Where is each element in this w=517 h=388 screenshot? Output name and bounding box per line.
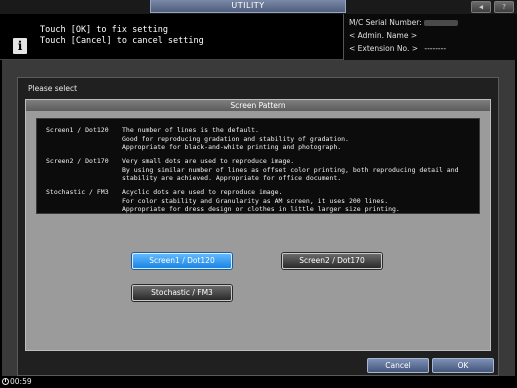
panel-title: Screen Pattern [26,100,490,111]
description-label: Screen1 / Dot120 [46,126,109,134]
serial-number-redacted [424,20,459,26]
description-text: By using similar number of lines as offs… [122,165,459,174]
machine-info-panel: M/C Serial Number: < Admin. Name > < Ext… [343,14,517,60]
screen1-dot120-button[interactable]: Screen1 / Dot120 [132,253,232,269]
description-label: Screen2 / Dot170 [46,157,109,165]
extension-label: < Extension No. > [349,44,418,53]
description-text: The number of lines is the default. [122,126,259,134]
window-title: UTILITY [150,0,346,13]
extension-value: -------- [424,44,447,53]
speaker-icon[interactable]: ◀ [471,1,491,13]
select-dialog: Please select Screen Pattern Screen1 / D… [17,77,499,376]
clock-icon [2,378,9,385]
main-area: Please select Screen Pattern Screen1 / D… [2,60,515,376]
description-text: Very small dots are used to reproduce im… [122,157,295,165]
serial-number-label: M/C Serial Number: [349,18,422,27]
info-icon: i [13,38,27,54]
description-box: Screen1 / Dot120 The number of lines is … [36,118,480,214]
description-text: Appropriate for dress design or clothes … [122,205,400,214]
description-label: Stochastic / FM3 [46,188,109,196]
info-line-2: Touch [Cancel] to cancel setting [40,36,204,46]
cancel-button[interactable]: Cancel [367,358,429,373]
info-line-1: Touch [OK] to fix setting [40,25,168,35]
title-bar: UTILITY ◀ ? [0,0,517,14]
screen-pattern-panel: Screen Pattern Screen1 / Dot120 The numb… [25,99,491,351]
timer-value: 00:59 [10,377,32,386]
description-text: For color stability and Granularity as A… [122,196,389,205]
description-text: Appropriate for black-and-white printing… [122,143,342,152]
info-header: i Touch [OK] to fix setting Touch [Cance… [0,14,343,60]
description-text: Acyclic dots are used to reproduce image… [122,188,283,196]
screen2-dot170-button[interactable]: Screen2 / Dot170 [282,253,382,269]
description-text: Good for reproducing gradation and stabi… [122,134,349,143]
description-text: stability are achieved. Appropriate for … [122,174,342,183]
ok-button[interactable]: OK [432,358,494,373]
help-button[interactable]: ? [494,1,514,13]
status-bar: 00:59 [0,376,517,388]
dialog-prompt: Please select [28,84,78,93]
admin-name: < Admin. Name > [349,31,418,40]
stochastic-fm3-button[interactable]: Stochastic / FM3 [132,285,232,301]
